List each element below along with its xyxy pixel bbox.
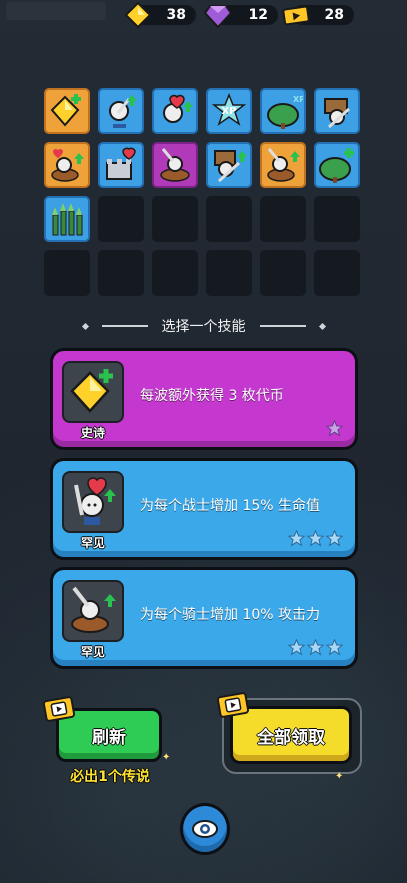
skill-description: 为每个骑士增加 10% 攻击力	[140, 607, 321, 623]
empty-skill-slot	[152, 196, 198, 242]
skill-slot[interactable]: XP	[260, 88, 306, 134]
gold-counter: 38	[124, 2, 196, 28]
rarity-label: 罕见	[80, 645, 105, 659]
warrior-sword-up-icon	[109, 95, 137, 128]
empty-skill-slot	[206, 196, 252, 242]
eye-icon	[192, 820, 218, 838]
ticket-counter: 28	[282, 5, 354, 26]
video-ad-icon	[216, 692, 250, 718]
gem-value: 12	[248, 7, 268, 23]
divider-line	[101, 325, 148, 327]
skill-icon-box	[62, 361, 124, 423]
xp-boost-icon: XP	[211, 92, 247, 126]
skill-slot[interactable]	[152, 88, 198, 134]
currency-bar: 38 12 28	[0, 0, 407, 32]
guarantee-text: 必出1个传说	[70, 769, 150, 785]
ticket-value: 28	[324, 7, 344, 23]
skill-slot[interactable]	[98, 142, 144, 188]
video-ad-icon	[42, 696, 76, 722]
top-left-placeholder	[6, 2, 106, 20]
star-rating	[288, 639, 343, 656]
gold-coin-plus-icon	[70, 369, 113, 413]
sparkle-icon: ✦	[162, 752, 171, 763]
empty-skill-slot	[152, 250, 198, 296]
empty-skill-slot	[260, 250, 306, 296]
section-divider: 选择一个技能	[0, 316, 407, 336]
star-icon	[288, 530, 305, 547]
archer-sword-icon	[324, 98, 351, 129]
owned-skills-grid: XP XP	[44, 88, 360, 296]
star-rating	[326, 420, 343, 437]
empty-skill-slot	[44, 250, 90, 296]
divider-dot	[318, 322, 326, 330]
archer-sword-up-icon	[214, 150, 247, 183]
skill-description: 每波额外获得 3 枚代币	[140, 388, 284, 404]
empty-skill-slot	[314, 196, 360, 242]
knight-rider-icon	[160, 148, 190, 182]
claim-all-label: 全部领取	[257, 727, 325, 748]
star-icon	[326, 639, 343, 656]
rarity-label: 史诗	[80, 426, 105, 440]
divider-line	[259, 325, 306, 327]
skill-icon-box	[62, 580, 124, 642]
skill-card-rare[interactable]: 罕见 为每个战士增加 15% 生命值	[50, 458, 358, 560]
empty-skill-slot	[260, 196, 306, 242]
skill-card-rare[interactable]: 罕见 为每个骑士增加 10% 攻击力	[50, 567, 358, 669]
knight-heart-up-icon	[51, 149, 84, 182]
gem-counter: 12	[204, 5, 278, 28]
gold-coin-plus-icon	[50, 94, 81, 127]
empty-skill-slot	[98, 196, 144, 242]
skill-slot[interactable]	[152, 142, 198, 188]
skill-slot[interactable]	[44, 88, 90, 134]
knight-sword-up-icon	[267, 148, 300, 182]
skill-slot[interactable]	[44, 142, 90, 188]
skill-slot[interactable]	[98, 88, 144, 134]
star-icon	[288, 639, 305, 656]
star-rating	[288, 530, 343, 547]
skill-slot[interactable]	[44, 196, 90, 242]
star-icon	[307, 530, 324, 547]
star-icon	[326, 530, 343, 547]
skill-icon-box	[62, 471, 124, 533]
knight-sword-up-icon	[71, 586, 116, 633]
skill-card-epic[interactable]: 史诗 每波额外获得 3 枚代币	[50, 348, 358, 450]
castle-heart-icon	[106, 147, 136, 180]
skill-slot[interactable]: XP	[206, 88, 252, 134]
skill-slot[interactable]	[314, 142, 360, 188]
view-battlefield-button[interactable]	[180, 803, 230, 855]
star-icon	[307, 639, 324, 656]
rarity-label: 罕见	[80, 536, 105, 550]
svg-text:XP: XP	[221, 106, 236, 117]
skill-description: 为每个战士增加 15% 生命值	[140, 498, 321, 514]
warrior-heart-up-icon	[163, 94, 193, 123]
star-icon	[326, 420, 343, 437]
divider-dot	[81, 322, 89, 330]
warrior-heart-up-icon	[74, 477, 116, 525]
empty-skill-slot	[206, 250, 252, 296]
empty-skill-slot	[98, 250, 144, 296]
skill-slot[interactable]	[206, 142, 252, 188]
gold-diamond-icon	[124, 2, 152, 28]
empty-skill-slot	[314, 250, 360, 296]
xp-tree-icon: XP	[267, 95, 303, 129]
ticket-icon	[282, 5, 310, 26]
svg-text:XP: XP	[293, 95, 303, 104]
skill-slot[interactable]	[314, 88, 360, 134]
skill-slot[interactable]	[260, 142, 306, 188]
tree-plus-icon	[319, 148, 354, 183]
spear-fence-icon	[52, 203, 83, 236]
refresh-label: 刷新	[92, 727, 126, 748]
purple-gem-icon	[204, 5, 232, 28]
gold-value: 38	[166, 7, 186, 23]
section-title: 选择一个技能	[161, 319, 246, 335]
sparkle-icon: ✦	[335, 771, 344, 782]
